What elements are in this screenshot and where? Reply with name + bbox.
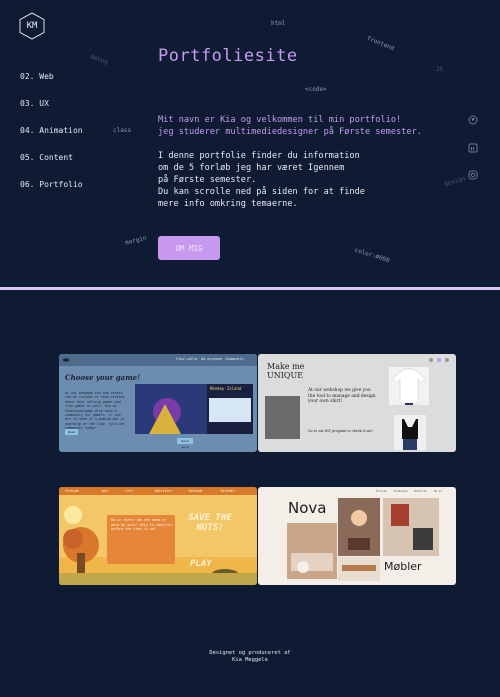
- card-cta: Go to our DIY program to check it out!: [308, 429, 373, 433]
- nav-item-content[interactable]: 05. Content: [20, 153, 83, 180]
- linkedin-icon[interactable]: [468, 138, 478, 153]
- nav-item-ux[interactable]: 03. UX: [20, 99, 83, 126]
- page-title: Portfoliesite: [158, 46, 298, 66]
- card-heading: Make me UNIQUE: [267, 362, 305, 380]
- card-nav-item: Spil: [101, 489, 109, 493]
- floating-word-margin: margin: [124, 234, 148, 247]
- card-navbar: Find udfra Om gruppen Community: [59, 354, 257, 366]
- nav-item-web[interactable]: 02. Web: [20, 72, 83, 99]
- tanktop-image: [394, 415, 426, 450]
- speech-text: Hello there! We are need of help my nuts…: [111, 518, 173, 531]
- floating-word-debug: debug: [89, 53, 109, 66]
- logo[interactable]: KM: [18, 12, 46, 40]
- cart-icon[interactable]: [428, 357, 452, 363]
- project-card-animation[interactable]: Forside Spil Info Aktiviter Kalende Kont…: [59, 487, 257, 585]
- tshirt-image: [389, 367, 429, 405]
- nav-item-animation[interactable]: 04. Animation: [20, 126, 83, 153]
- card-nav-item: Historie: [414, 490, 427, 493]
- card-nav-item: Community: [225, 357, 244, 361]
- card-nav-item: Forside: [65, 489, 79, 493]
- card-navbar: Forside Spil Info Aktiviter Kalende Kont…: [59, 487, 257, 495]
- brand-name-nova: Nova: [288, 499, 327, 517]
- save-the-nuts-headline: SAVE THE NUTS!: [188, 513, 232, 533]
- main-nav: 02. Web 03. UX 04. Animation 05. Content…: [20, 72, 83, 207]
- footer-line-1: Designet og produceret af: [209, 650, 291, 656]
- card-nav-item: Produkter: [394, 490, 409, 493]
- card-nav-item: Info: [125, 489, 133, 493]
- card-text: At our webshop we give you the tool to m…: [308, 388, 376, 404]
- floating-word-code: <code>: [305, 86, 327, 93]
- card-nav-item: Om os: [434, 490, 442, 493]
- card-heading: Choose your game!: [65, 373, 141, 382]
- floating-word-js: JS: [436, 66, 444, 73]
- floating-word-html: html: [271, 20, 286, 27]
- description-text: I denne portfolie finder du information …: [158, 151, 365, 209]
- ground: [59, 573, 257, 585]
- logo-initials: KM: [26, 21, 38, 31]
- game-screenshot: [135, 384, 253, 434]
- brand-name-mobler: Møbler: [384, 560, 422, 573]
- card-badge: Monkey Island: [210, 386, 242, 391]
- footer-line-2: Kia Meggele: [232, 657, 268, 663]
- read-more-button[interactable]: Read more: [177, 438, 193, 449]
- github-icon[interactable]: [468, 110, 478, 125]
- living-room-image: [287, 523, 337, 579]
- card-nav-item: Om gruppen: [201, 357, 223, 361]
- floating-word-color: color:#000: [353, 246, 391, 265]
- instagram-icon[interactable]: [468, 165, 478, 180]
- floating-word-class: class: [113, 127, 132, 134]
- play-button[interactable]: PLAY: [190, 559, 212, 569]
- floating-word-frontend: frontend: [365, 34, 396, 53]
- table-image: [338, 557, 380, 581]
- read-button[interactable]: Read: [65, 429, 78, 435]
- project-card-web[interactable]: Find udfra Om gruppen Community Choose y…: [59, 354, 257, 452]
- interior-image: [383, 498, 439, 556]
- card-nav-item: Find udfra: [176, 357, 198, 361]
- project-card-content[interactable]: Forside Produkter Historie Om os Nova Mø…: [258, 487, 456, 585]
- card-nav-item: Forside: [376, 490, 387, 493]
- card-nav-item: Kontakt: [221, 489, 235, 493]
- footer: Designet og produceret af Kia Meggele: [0, 650, 500, 664]
- shirt-preview-box: [265, 396, 300, 439]
- controller-icon: [63, 358, 69, 362]
- project-card-ux[interactable]: Make me UNIQUE At our webshop we give yo…: [258, 354, 456, 452]
- card-blurb: At our webpage you and others can do rev…: [65, 391, 125, 431]
- nav-item-portfolio[interactable]: 06. Portfolio: [20, 180, 83, 207]
- lamp-image: [338, 498, 380, 556]
- section-divider: [0, 287, 500, 290]
- about-me-button[interactable]: OM MIG: [158, 236, 220, 260]
- card-nav-item: Aktiviter: [155, 489, 173, 493]
- intro-text: Mit navn er Kia og velkommen til min por…: [158, 115, 422, 137]
- card-nav-item: Kalende: [189, 489, 203, 493]
